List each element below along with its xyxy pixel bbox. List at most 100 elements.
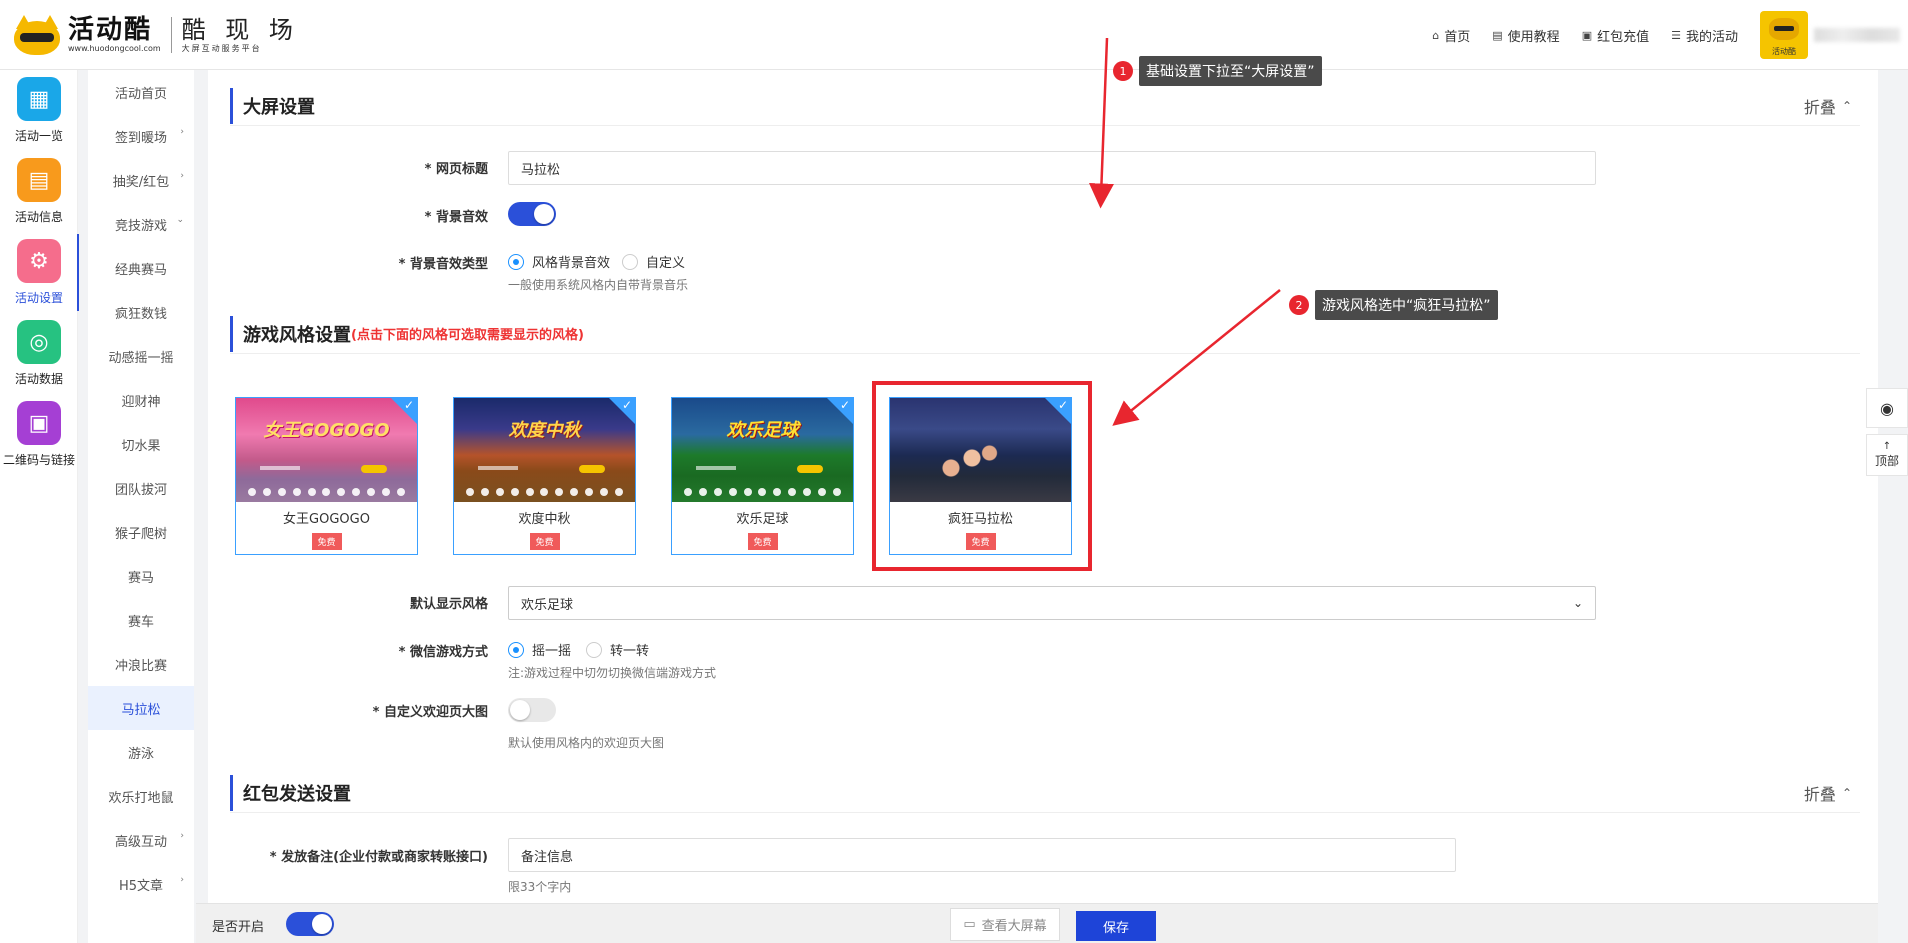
- bg-sound-toggle[interactable]: [508, 202, 556, 226]
- nav-recharge[interactable]: ▣ 红包充值: [1582, 26, 1649, 45]
- sidebar-item-label: 活动数据: [14, 372, 63, 386]
- back-to-top-label: 顶部: [1874, 454, 1899, 468]
- sidebar-item-label: 活动信息: [14, 210, 63, 224]
- submenu-item-label: 欢乐打地鼠: [108, 790, 174, 806]
- username-blurred[interactable]: [1814, 28, 1900, 42]
- sidebar-item-overview[interactable]: ▦ 活动一览: [0, 70, 78, 151]
- submenu-item-label: 冲浪比赛: [114, 658, 167, 674]
- welcome-image-toggle[interactable]: [508, 698, 556, 722]
- style-card-soccer[interactable]: 欢乐足球 ✓ 欢乐足球 免费: [671, 397, 854, 555]
- logo-tagline: 大屏互动服务平台: [181, 43, 262, 53]
- submenu-item[interactable]: 动感摇一摇: [88, 334, 194, 378]
- remark-label: * 发放备注(企业付款或商家转账接口): [269, 850, 488, 865]
- submenu-item[interactable]: H5文章 ›: [88, 862, 194, 906]
- style-card-marathon[interactable]: ✓ 疯狂马拉松 免费: [889, 397, 1072, 555]
- style-thumbnail: 欢乐足球 ✓: [672, 398, 853, 502]
- chevron-up-icon: ⌃: [1841, 99, 1852, 113]
- open-toggle[interactable]: [286, 912, 334, 936]
- submenu-item[interactable]: 竞技游戏 ⌄: [88, 202, 194, 246]
- radio-shake[interactable]: 摇一摇: [508, 640, 571, 659]
- sidebar-item-label: 二维码与链接: [2, 453, 75, 467]
- welcome-image-tip: 默认使用风格内的欢迎页大图: [508, 736, 665, 750]
- chevron-down-icon: ⌄: [176, 215, 184, 225]
- sidebar-item-settings[interactable]: ⚙ 活动设置: [0, 232, 79, 313]
- submenu-item[interactable]: 游泳: [88, 730, 194, 774]
- free-badge: 免费: [529, 533, 560, 550]
- sidebar-item-info[interactable]: ▤ 活动信息: [0, 151, 78, 232]
- radio-label: 自定义: [646, 256, 686, 271]
- submenu-item[interactable]: 团队拔河: [88, 466, 194, 510]
- default-style-label: 默认显示风格: [409, 597, 488, 612]
- nav-tutorial[interactable]: ▤ 使用教程: [1492, 26, 1559, 45]
- page-title-input[interactable]: 马拉松: [508, 151, 1596, 185]
- section-screen-settings: 大屏设置 折叠 ⌃: [230, 86, 1860, 126]
- section-style-settings: 游戏风格设置 (点击下面的风格可选取需要显示的风格): [230, 314, 1860, 354]
- preview-screen-button[interactable]: ▭ 查看大屏幕: [950, 908, 1060, 941]
- wechat-mode-label: * 微信游戏方式: [398, 645, 488, 660]
- annotation-text: 基础设置下拉至“大屏设置”: [1139, 56, 1322, 86]
- radio-rotate[interactable]: 转一转: [586, 640, 649, 659]
- style-card-midautumn[interactable]: 欢度中秋 ✓ 欢度中秋 免费: [453, 397, 636, 555]
- chevron-up-icon: ⌃: [1841, 786, 1852, 800]
- checkmark-icon: ✓: [839, 398, 850, 412]
- submenu-item[interactable]: 抽奖/红包 ›: [88, 158, 194, 202]
- submenu-item-label: 游泳: [127, 746, 154, 762]
- submenu-item[interactable]: 高级互动 ›: [88, 818, 194, 862]
- submenu-item[interactable]: 猴子爬树: [88, 510, 194, 554]
- bg-sound-label: * 背景音效: [424, 210, 488, 225]
- submenu-item[interactable]: 切水果: [88, 422, 194, 466]
- submenu-item-label: 赛车: [127, 614, 154, 630]
- logo[interactable]: 活动酷 www.huodongcool.com 酷 现 场 大屏互动服务平台: [0, 0, 299, 70]
- submenu-item[interactable]: 赛马: [88, 554, 194, 598]
- document-icon: ▤: [17, 158, 61, 202]
- nav-my-activities[interactable]: ☰ 我的活动: [1671, 26, 1738, 45]
- nav-home[interactable]: ⌂ 首页: [1432, 26, 1470, 45]
- sidebar-item-data[interactable]: ◎ 活动数据: [0, 313, 78, 394]
- annotation-2: 2 游戏风格选中“疯狂马拉松”: [1289, 290, 1498, 320]
- submenu-item-label: 活动首页: [114, 86, 167, 102]
- back-to-top-button[interactable]: ↑ 顶部: [1866, 434, 1908, 476]
- section-title: 游戏风格设置: [243, 324, 351, 346]
- nav-my-activities-label: 我的活动: [1685, 29, 1738, 45]
- save-button[interactable]: 保存: [1076, 911, 1156, 941]
- style-card-name: 欢乐足球: [736, 512, 789, 527]
- submenu-item[interactable]: 马拉松: [88, 686, 194, 730]
- submenu-item[interactable]: 疯狂数钱: [88, 290, 194, 334]
- submenu-item[interactable]: 签到暖场 ›: [88, 114, 194, 158]
- database-icon: ◎: [17, 320, 61, 364]
- arrow-up-icon: ↑: [1882, 441, 1892, 452]
- radio-style-sound[interactable]: 风格背景音效: [508, 252, 610, 271]
- fold-button[interactable]: 折叠 ⌃: [1804, 781, 1852, 805]
- bg-sound-tip: 一般使用系统风格内自带背景音乐: [508, 278, 689, 292]
- submenu-item[interactable]: 欢乐打地鼠: [88, 774, 194, 818]
- submenu-item[interactable]: 迎财神: [88, 378, 194, 422]
- submenu-item-label: 动感摇一摇: [108, 350, 174, 366]
- book-icon: ▤: [1492, 28, 1503, 42]
- nav-tutorial-label: 使用教程: [1507, 29, 1560, 45]
- radio-custom-sound[interactable]: 自定义: [622, 252, 685, 271]
- top-header: 活动酷 www.huodongcool.com 酷 现 场 大屏互动服务平台 ⌂…: [0, 0, 1908, 70]
- home-icon: ⌂: [1432, 28, 1440, 42]
- submenu-item-label: 疯狂数钱: [114, 306, 167, 322]
- avatar[interactable]: 活动酷: [1760, 11, 1808, 59]
- style-thumbnail: 欢度中秋 ✓: [454, 398, 635, 502]
- style-card-queen[interactable]: 女王GOGOGO ✓ 女王GOGOGO 免费: [235, 397, 418, 555]
- submenu-item[interactable]: 活动首页: [88, 70, 194, 114]
- sidebar-item-label: 活动一览: [14, 129, 63, 143]
- qq-button[interactable]: ◉: [1866, 388, 1908, 428]
- fold-button[interactable]: 折叠 ⌃: [1804, 94, 1852, 118]
- wallet-icon: ▣: [1581, 28, 1593, 42]
- avatar-text: 活动酷: [1772, 47, 1796, 56]
- radio-label: 转一转: [610, 644, 650, 659]
- default-style-select[interactable]: 欢乐足球 ⌄: [508, 586, 1596, 620]
- qrcode-icon: ▣: [17, 401, 61, 445]
- radio-label: 摇一摇: [532, 644, 572, 659]
- submenu-item[interactable]: 经典赛马: [88, 246, 194, 290]
- sidebar-item-qrcode[interactable]: ▣ 二维码与链接: [0, 394, 78, 475]
- logo-divider: [170, 16, 172, 53]
- submenu-item[interactable]: 赛车: [88, 598, 194, 642]
- submenu-item[interactable]: 冲浪比赛: [88, 642, 194, 686]
- submenu-item-label: 签到暖场: [114, 130, 167, 146]
- chevron-right-icon: ›: [180, 127, 184, 137]
- remark-input[interactable]: 备注信息: [508, 838, 1456, 872]
